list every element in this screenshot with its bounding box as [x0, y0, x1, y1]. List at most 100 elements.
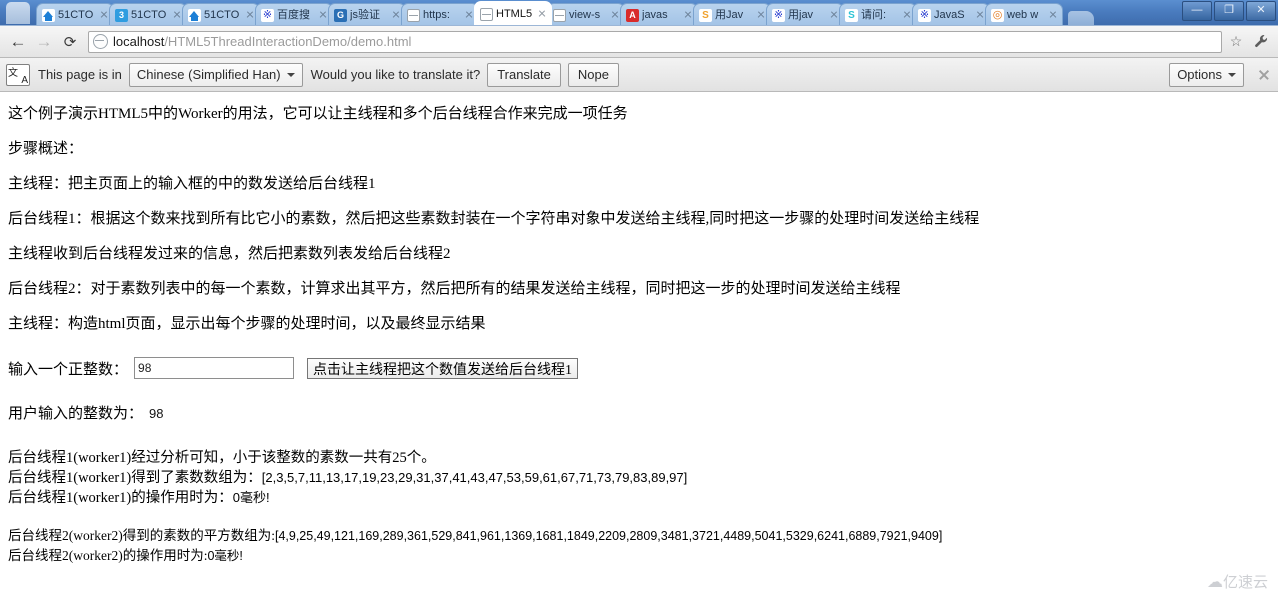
browser-tab[interactable]: view-s [547, 3, 625, 25]
watermark: ☁ 亿速云 [1207, 571, 1268, 592]
tab-title: JavaS [934, 8, 965, 21]
tab-close-icon[interactable] [683, 10, 693, 20]
minimize-button[interactable]: — [1182, 1, 1212, 21]
step-1-text: 主线程：把主页面上的输入框的中的数发送给后台线程1 [8, 176, 376, 192]
browser-tab[interactable]: https: [401, 3, 479, 25]
globe-icon [480, 7, 493, 21]
browser-tab[interactable]: 51CTO [182, 3, 260, 25]
number-input[interactable] [134, 357, 295, 379]
worker2-array-label: 后台线程2(worker2)得到的素数的平方数组为: [8, 528, 275, 543]
baidu-paw-icon [918, 8, 931, 22]
browser-tab[interactable]: 51CTO [109, 3, 187, 25]
url-host: localhost [113, 34, 165, 49]
worker1-time-value: 0毫秒! [232, 490, 270, 505]
browser-tab[interactable]: JavaS [912, 3, 990, 25]
browser-window: 51CTO 51CTO 51CTO 百度搜 js验证 https: HTML5 view-s j… [0, 0, 1278, 607]
tab-close-icon[interactable] [537, 9, 547, 19]
globe-icon [407, 8, 420, 22]
reload-icon[interactable]: ⟳ [58, 30, 82, 54]
blue-3-icon [115, 8, 128, 22]
translate-icon [6, 63, 30, 86]
tab-close-icon[interactable] [172, 10, 182, 20]
worker2-array-line: 后台线程2(worker2)得到的素数的平方数组为:[4,9,25,49,121… [8, 526, 1270, 546]
send-to-worker1-button[interactable]: 点击让主线程把这个数值发送给后台线程1 [307, 357, 579, 379]
browser-tab[interactable]: 百度搜 [255, 3, 333, 25]
tab-title: 请问: [861, 8, 887, 21]
tab-title: web w [1007, 8, 1039, 21]
close-window-button[interactable]: ✕ [1246, 1, 1276, 21]
worker1-output: 后台线程1(worker1)经过分析可知，小于该整数的素数一共有25个。 后台线… [8, 448, 1270, 508]
tab-title: 51CTO [131, 8, 167, 21]
baidu-paw-icon [261, 8, 274, 22]
echo-row: 用户输入的整数为： 98 [8, 402, 1270, 423]
language-dropdown[interactable]: Chinese (Simplified Han) [128, 62, 303, 87]
browser-tab[interactable]: web w [985, 3, 1063, 25]
hex-icon [991, 8, 1004, 22]
tab-title: 51CTO [58, 8, 94, 21]
globe-icon [553, 8, 566, 22]
tab-title: javas [642, 8, 668, 21]
browser-tab[interactable]: 请问: [839, 3, 917, 25]
tab-close-icon[interactable] [391, 10, 401, 20]
step-3-text: 主线程收到后台线程发过来的信息，然后把素数列表发给后台线程2 [8, 246, 451, 262]
step-5-text: 主线程：构造html页面，显示出每个步骤的处理时间，以及最终显示结果 [8, 316, 486, 332]
options-chevron-down-icon [1228, 72, 1236, 77]
tab-title: 用jav [788, 8, 814, 21]
tab-title: view-s [569, 8, 601, 21]
cloud-icon: ☁ [1206, 573, 1223, 591]
browser-toolbar: ← → ⟳ localhost/HTML5ThreadInteractionDe… [0, 26, 1278, 58]
worker1-time-line: 后台线程1(worker1)的操作用时为：0毫秒! [8, 488, 1270, 508]
nope-button[interactable]: Nope [567, 62, 619, 87]
worker2-array-value: [4,9,25,49,121,169,289,361,529,841,961,1… [274, 529, 943, 543]
infobar-close-icon[interactable] [1256, 67, 1272, 83]
options-button[interactable]: Options [1169, 62, 1244, 87]
address-bar[interactable]: localhost/HTML5ThreadInteractionDemo/dem… [88, 30, 1222, 53]
tab-title: 51CTO [204, 8, 240, 21]
tab-close-icon[interactable] [318, 10, 328, 20]
tab-list: 51CTO 51CTO 51CTO 百度搜 js验证 https: HTML5 view-s j… [0, 0, 1278, 25]
tab-strip: 51CTO 51CTO 51CTO 百度搜 js验证 https: HTML5 view-s j… [0, 0, 1278, 26]
maximize-button[interactable]: ❐ [1214, 1, 1244, 21]
tab-close-icon[interactable] [756, 10, 766, 20]
red-a-icon [626, 8, 639, 22]
back-icon[interactable]: ← [6, 30, 30, 54]
forward-icon[interactable]: → [32, 30, 56, 54]
translate-button[interactable]: Translate [487, 62, 561, 87]
tab-close-icon[interactable] [829, 10, 839, 20]
worker2-time-value: 0毫秒! [207, 549, 243, 563]
input-form-row: 输入一个正整数： 点击让主线程把这个数值发送给后台线程1 [8, 357, 1270, 379]
tab-close-icon[interactable] [464, 10, 474, 20]
tab-title: 用Jav [715, 8, 744, 21]
infobar-prefix-text: This page is in [38, 67, 122, 82]
worker2-time-line: 后台线程2(worker2)的操作用时为:0毫秒! [8, 546, 1270, 566]
url-text: localhost/HTML5ThreadInteractionDemo/dem… [113, 34, 411, 49]
chevron-down-icon [286, 72, 295, 77]
tab-close-icon[interactable] [902, 10, 912, 20]
step-2-text: 后台线程1：根据这个数来找到所有比它小的素数，然后把这些素数封装在一个字符串对象… [8, 211, 980, 227]
watermark-text: 亿速云 [1222, 574, 1268, 591]
browser-tab[interactable]: 51CTO [36, 3, 114, 25]
tab-close-icon[interactable] [975, 10, 985, 20]
browser-tab[interactable]: 用jav [766, 3, 844, 25]
g-icon [334, 8, 347, 22]
baidu-paw-icon [772, 8, 785, 22]
tab-title: js验证 [350, 8, 380, 21]
browser-tab[interactable]: javas [620, 3, 698, 25]
browser-tab[interactable]: HTML5 [474, 1, 552, 25]
bookmark-star-icon[interactable]: ☆ [1225, 30, 1247, 54]
tab-close-icon[interactable] [1048, 10, 1058, 20]
house-icon [188, 8, 201, 22]
number-input-label: 输入一个正整数： [8, 361, 129, 378]
tab-close-icon[interactable] [245, 10, 255, 20]
house-icon [42, 8, 55, 22]
tab-close-icon[interactable] [99, 10, 109, 20]
echo-label: 用户输入的整数为： [8, 406, 144, 422]
tab-close-icon[interactable] [610, 10, 620, 20]
browser-tab[interactable]: 用Jav [693, 3, 771, 25]
translate-infobar: This page is in Chinese (Simplified Han)… [0, 58, 1278, 92]
wrench-menu-icon[interactable] [1250, 30, 1272, 54]
new-tab-button[interactable] [1068, 11, 1094, 25]
worker1-count-line: 后台线程1(worker1)经过分析可知，小于该整数的素数一共有25个。 [8, 450, 436, 466]
echo-value: 98 [149, 406, 164, 421]
browser-tab[interactable]: js验证 [328, 3, 406, 25]
